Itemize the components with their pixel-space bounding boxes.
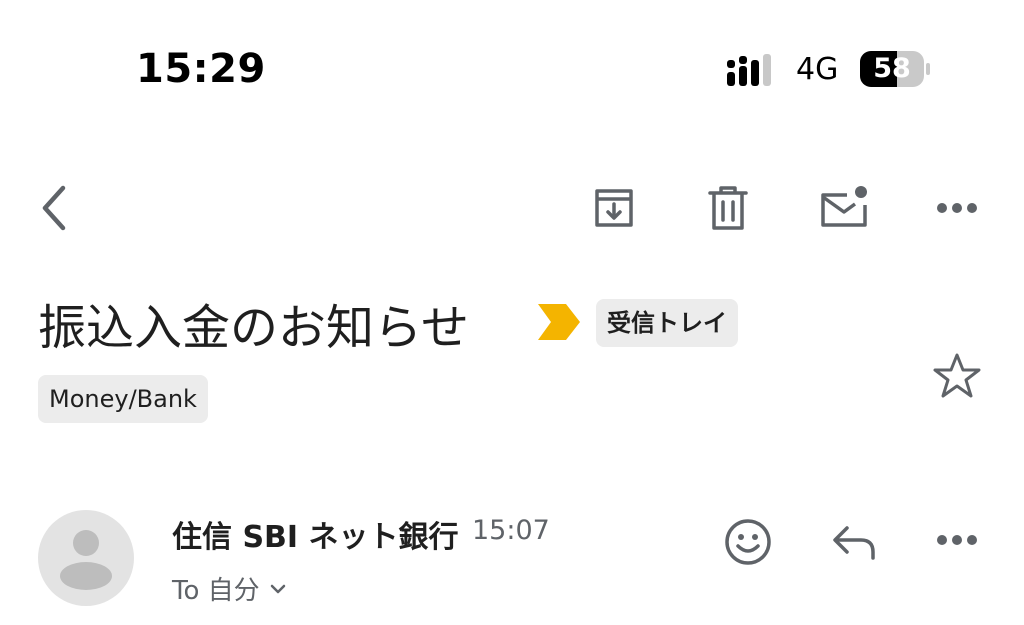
battery-indicator: 58 (860, 51, 930, 87)
more-options-button[interactable] (932, 190, 982, 226)
importance-marker-icon[interactable] (538, 304, 580, 340)
chevron-down-icon (270, 584, 285, 593)
status-time: 15:29 (136, 46, 266, 92)
label-chip[interactable]: Money/Bank (38, 375, 208, 423)
network-type: 4G (796, 52, 839, 87)
recipient-line: To 自分 (172, 576, 260, 606)
more-icon (937, 203, 977, 213)
person-icon (60, 530, 112, 590)
reply-icon (833, 526, 875, 560)
cellular-signal-icon (727, 54, 771, 86)
back-icon (42, 185, 66, 231)
mark-unread-icon (821, 186, 867, 227)
emoji-reaction-icon (725, 519, 771, 565)
reply-button[interactable] (826, 518, 882, 566)
mark-unread-button[interactable] (816, 180, 872, 234)
delete-button[interactable] (702, 182, 754, 234)
trash-icon (708, 186, 748, 230)
email-subject: 振込入金のお知らせ (38, 300, 470, 356)
more-icon (937, 535, 977, 545)
sent-time: 15:07 (472, 515, 550, 546)
battery-percent: 58 (873, 53, 911, 84)
star-icon (933, 353, 981, 398)
recipient-details-toggle[interactable]: To 自分 (172, 570, 286, 607)
add-reaction-button[interactable] (720, 514, 776, 570)
archive-icon (595, 189, 633, 227)
sender-avatar[interactable] (38, 510, 134, 606)
folder-chip-inbox[interactable]: 受信トレイ (596, 299, 738, 347)
message-more-options-button[interactable] (932, 522, 982, 558)
star-button[interactable] (930, 348, 984, 402)
back-button[interactable] (28, 180, 80, 236)
archive-button[interactable] (588, 182, 640, 234)
sender-name: 住信 SBI ネット銀行 (172, 520, 459, 555)
